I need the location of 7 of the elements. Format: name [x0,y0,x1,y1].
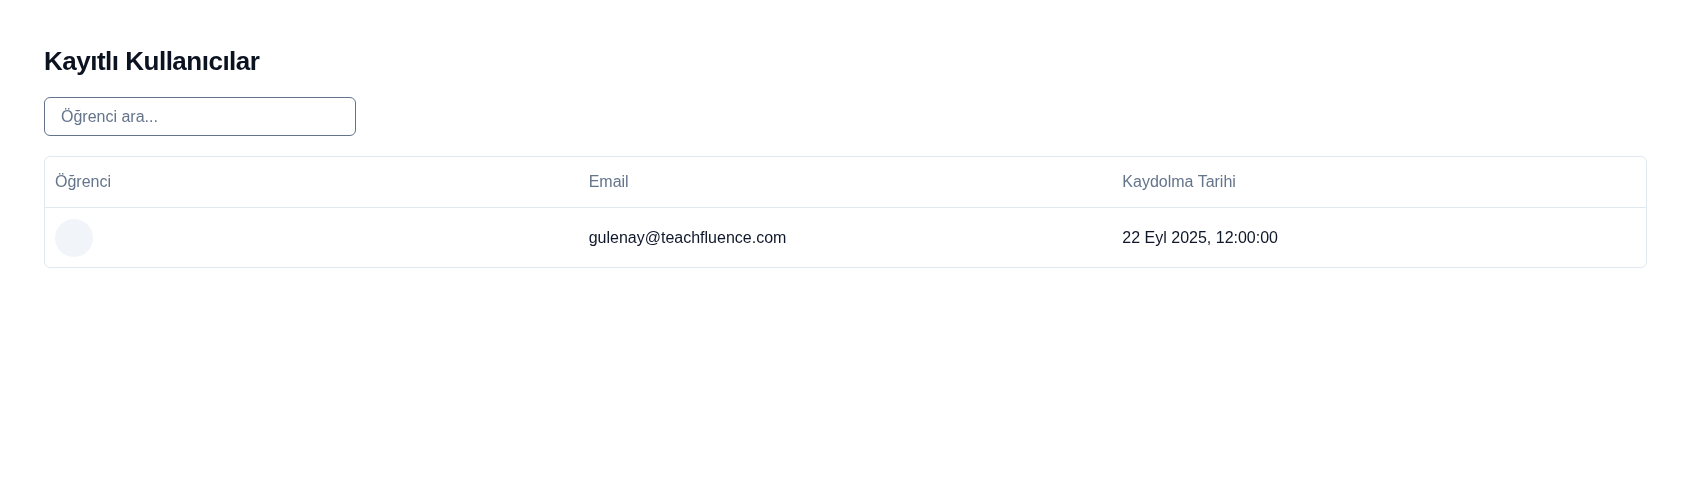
column-header: Kaydolma Tarihi [1121,173,1237,191]
table-cell-text: gulenay@teachfluence.com [587,228,788,247]
column-header: Öğrenci [54,173,113,191]
table-cell-text: 22 Eyl 2025, 12:00:00 [1121,228,1279,247]
column-header: Email [587,173,630,191]
search-field[interactable]: Öğrenci ara... [44,97,356,136]
page-title: Kayıtlı Kullanıcılar [44,46,261,77]
